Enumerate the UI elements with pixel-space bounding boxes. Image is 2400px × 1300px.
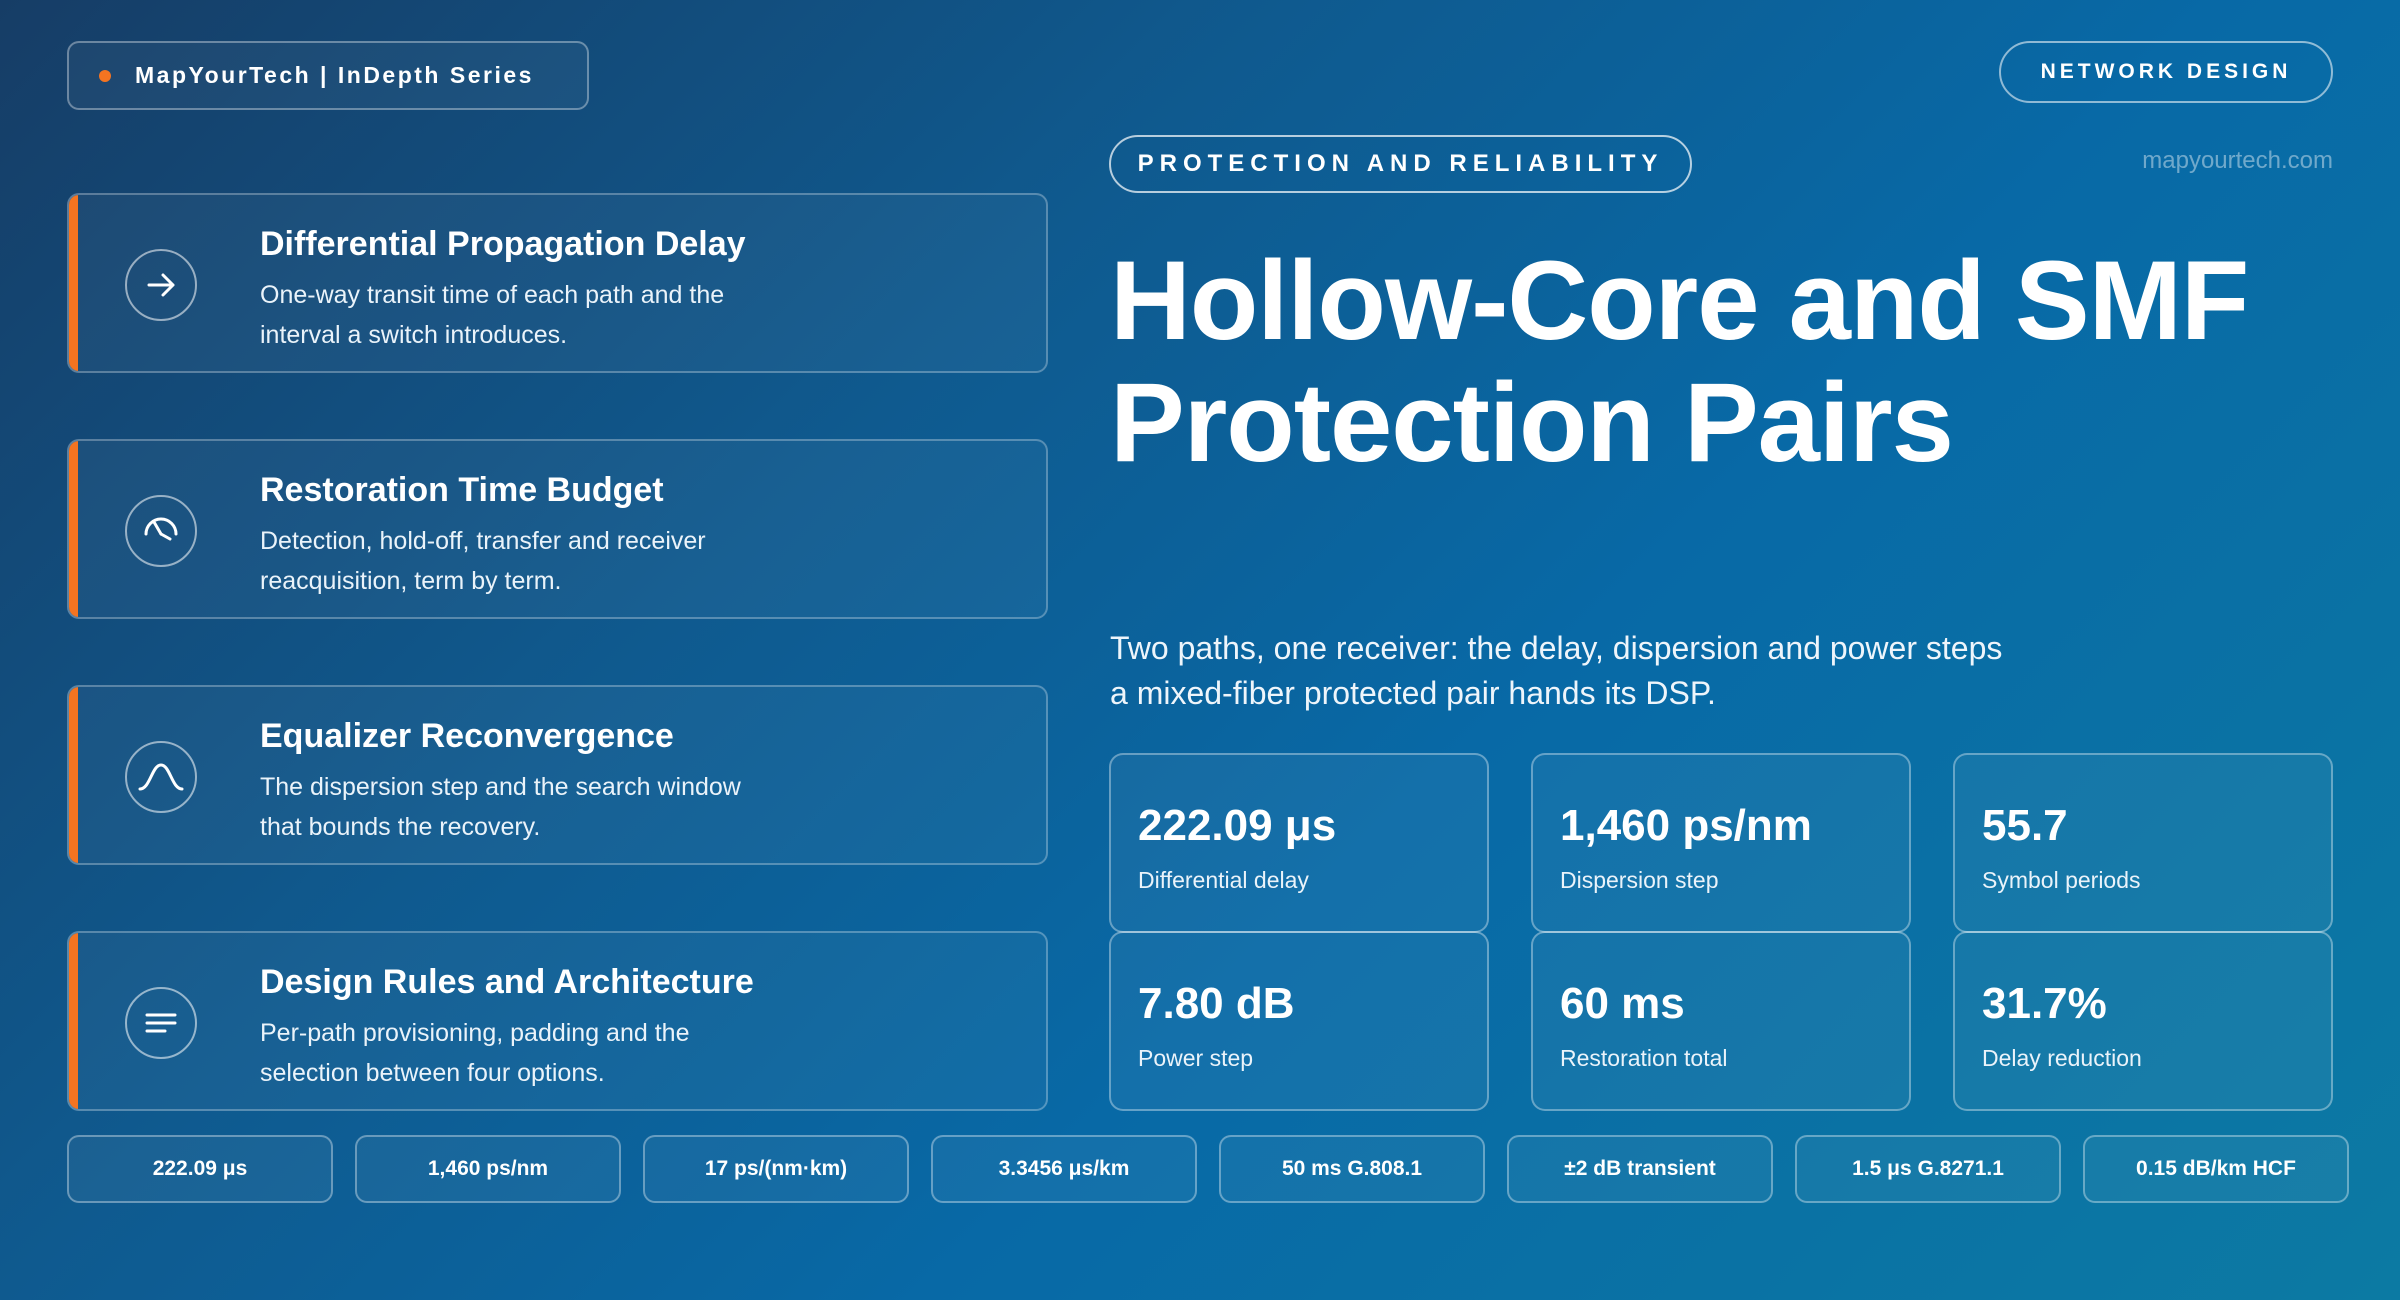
- card-accent: [69, 933, 78, 1109]
- card-accent: [69, 441, 78, 617]
- value-chip: 3.3456 μs/km: [931, 1135, 1197, 1203]
- timer-icon: [125, 495, 197, 567]
- stat-power-step: 7.80 dB Power step: [1109, 931, 1489, 1111]
- brand-name: MapYourTech | InDepth Series: [135, 62, 534, 88]
- page-subtitle: Two paths, one receiver: the delay, disp…: [1110, 630, 2003, 711]
- arrow-right-icon: [125, 249, 197, 321]
- stat-value: 31.7%: [1982, 979, 2107, 1028]
- stat-value: 222.09 μs: [1138, 801, 1337, 850]
- topic-card-differential-delay: Differential Propagation Delay One-way t…: [67, 193, 1048, 373]
- value-chip: 222.09 μs: [67, 1135, 333, 1203]
- topic-card-restoration-budget: Restoration Time Budget Detection, hold-…: [67, 439, 1048, 619]
- page-title: Hollow-Core and SMF Protection Pairs: [1110, 238, 2249, 485]
- card-description: Detection, hold-off, transfer and receiv…: [260, 527, 706, 595]
- card-accent: [69, 687, 78, 863]
- card-title: Differential Propagation Delay: [260, 225, 746, 263]
- stat-value: 55.7: [1982, 801, 2068, 850]
- stat-symbol-periods: 55.7 Symbol periods: [1953, 753, 2333, 933]
- value-chip: 1.5 μs G.8271.1: [1795, 1135, 2061, 1203]
- stat-value: 1,460 ps/nm: [1560, 801, 1812, 850]
- stat-label: Power step: [1138, 1045, 1254, 1071]
- value-chip: ±2 dB transient: [1507, 1135, 1773, 1203]
- stat-label: Dispersion step: [1560, 867, 1719, 893]
- stat-restoration-total: 60 ms Restoration total: [1531, 931, 1911, 1111]
- stat-label: Differential delay: [1138, 867, 1309, 893]
- topic-card-equalizer: Equalizer Reconvergence The dispersion s…: [67, 685, 1048, 865]
- section-badge: PROTECTION AND RELIABILITY: [1109, 135, 1692, 193]
- card-title: Design Rules and Architecture: [260, 963, 754, 1001]
- site-url: mapyourtech.com: [2142, 147, 2333, 174]
- value-chip: 0.15 dB/km HCF: [2083, 1135, 2349, 1203]
- category-badge: NETWORK DESIGN: [1999, 41, 2333, 103]
- stat-dispersion-step: 1,460 ps/nm Dispersion step: [1531, 753, 1911, 933]
- stat-differential-delay: 222.09 μs Differential delay: [1109, 753, 1489, 933]
- card-title: Restoration Time Budget: [260, 471, 664, 509]
- stat-label: Symbol periods: [1982, 867, 2141, 893]
- card-title: Equalizer Reconvergence: [260, 717, 674, 755]
- stat-delay-reduction: 31.7% Delay reduction: [1953, 931, 2333, 1111]
- stat-value: 60 ms: [1560, 979, 1685, 1028]
- card-description: One-way transit time of each path and th…: [260, 281, 725, 349]
- brand-badge: MapYourTech | InDepth Series: [67, 41, 589, 110]
- stat-label: Delay reduction: [1982, 1045, 2142, 1071]
- card-accent: [69, 195, 78, 371]
- curve-icon: [125, 741, 197, 813]
- value-chip: 50 ms G.808.1: [1219, 1135, 1485, 1203]
- value-chip: 1,460 ps/nm: [355, 1135, 621, 1203]
- stat-value: 7.80 dB: [1138, 979, 1295, 1028]
- topic-card-design-rules: Design Rules and Architecture Per-path p…: [67, 931, 1048, 1111]
- value-chip: 17 ps/(nm·km): [643, 1135, 909, 1203]
- list-icon: [125, 987, 197, 1059]
- stat-label: Restoration total: [1560, 1045, 1728, 1071]
- card-description: The dispersion step and the search windo…: [260, 773, 741, 841]
- brand-dot: [99, 69, 111, 82]
- card-description: Per-path provisioning, padding and the s…: [260, 1019, 690, 1087]
